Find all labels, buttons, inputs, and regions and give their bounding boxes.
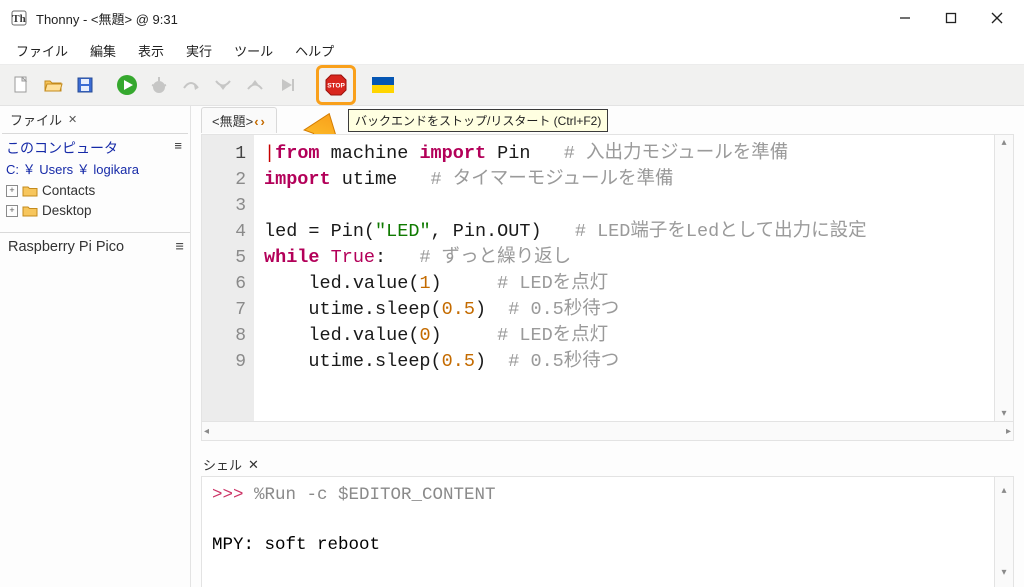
stop-icon: STOP — [324, 73, 348, 97]
close-button[interactable] — [974, 0, 1020, 36]
shell-panel-label: シェル — [203, 455, 242, 474]
menu-file[interactable]: ファイル — [6, 38, 78, 63]
scroll-down-icon[interactable]: ▾ — [1001, 561, 1006, 586]
stop-restart-button[interactable]: STOP — [316, 65, 356, 105]
editor-tab-untitled[interactable]: <無題>‹› — [201, 107, 277, 133]
app-icon: Th — [10, 9, 28, 27]
shell-prompt: >>> — [212, 485, 254, 505]
open-file-button[interactable] — [40, 72, 66, 98]
resume-button[interactable] — [274, 72, 300, 98]
svg-text:Th: Th — [12, 13, 25, 25]
shell-output-line: MPY: soft reboot — [212, 535, 380, 555]
save-file-button[interactable] — [72, 72, 98, 98]
scroll-left-icon[interactable]: ◂ — [204, 426, 209, 437]
menu-tools[interactable]: ツール — [224, 38, 283, 63]
code-editor[interactable]: 123456789 |from machine import Pin # 入出力… — [201, 134, 1014, 423]
editor-horizontal-scrollbar[interactable]: ◂▸ — [201, 422, 1014, 441]
tree-node-desktop[interactable]: + Desktop — [6, 203, 184, 218]
tree-node-label: Contacts — [42, 183, 95, 198]
expand-icon[interactable]: + — [6, 205, 18, 217]
line-gutter: 123456789 — [202, 135, 254, 422]
menu-view[interactable]: 表示 — [128, 38, 174, 63]
ukraine-flag-icon — [372, 77, 394, 93]
editor-tab-label: 無題 — [220, 114, 246, 129]
scroll-up-icon[interactable]: ▴ — [1001, 479, 1006, 504]
root-computer-label[interactable]: このコンピュータ — [6, 138, 139, 158]
step-over-button[interactable] — [178, 72, 204, 98]
scroll-right-icon[interactable]: ▸ — [1006, 426, 1011, 437]
code-content[interactable]: |from machine import Pin # 入出力モジュールを準備 i… — [254, 135, 1013, 422]
folder-icon — [22, 204, 38, 217]
panel-menu-icon[interactable]: ≡ — [174, 138, 182, 153]
chevron-left-icon: ‹ — [254, 114, 258, 129]
shell-panel[interactable]: >>> %Run -c $EDITOR_CONTENT MPY: soft re… — [201, 476, 1014, 587]
device-panel-label: Raspberry Pi Pico — [8, 239, 124, 255]
maximize-button[interactable] — [928, 0, 974, 36]
shell-panel-tab[interactable]: シェル ✕ — [191, 449, 1024, 476]
root-path[interactable]: C: ￥ Users ￥ logikara — [6, 159, 139, 178]
run-button[interactable] — [114, 72, 140, 98]
expand-icon[interactable]: + — [6, 185, 18, 197]
close-icon[interactable]: ✕ — [68, 113, 77, 126]
file-tree[interactable]: このコンピュータ C: ￥ Users ￥ logikara ≡ + Conta… — [0, 136, 190, 226]
editor-vertical-scrollbar[interactable]: ▴▾ — [994, 135, 1013, 422]
menu-run[interactable]: 実行 — [176, 38, 222, 63]
shell-vertical-scrollbar[interactable]: ▴▾ — [994, 477, 1013, 587]
files-panel-tab[interactable]: ファイル ✕ — [0, 106, 190, 133]
scroll-up-icon[interactable]: ▴ — [1001, 137, 1006, 148]
new-file-button[interactable] — [8, 72, 34, 98]
tree-node-contacts[interactable]: + Contacts — [6, 183, 184, 198]
panel-menu-icon[interactable]: ≡ — [176, 239, 184, 255]
folder-icon — [22, 184, 38, 197]
stop-tooltip: バックエンドをストップ/リスタート (Ctrl+F2) — [348, 109, 608, 132]
scroll-down-icon[interactable]: ▾ — [1001, 408, 1006, 419]
sidebar: ファイル ✕ このコンピュータ C: ￥ Users ￥ logikara ≡ … — [0, 106, 191, 587]
toolbar: STOP — [0, 64, 1024, 106]
step-out-button[interactable] — [242, 72, 268, 98]
shell-run-command: %Run -c $EDITOR_CONTENT — [254, 485, 496, 505]
chevron-right-icon: › — [261, 114, 265, 129]
files-panel-label: ファイル — [10, 110, 62, 129]
menu-help[interactable]: ヘルプ — [285, 38, 344, 63]
menu-bar: ファイル 編集 表示 実行 ツール ヘルプ — [0, 36, 1024, 64]
step-into-button[interactable] — [210, 72, 236, 98]
device-panel-header[interactable]: Raspberry Pi Pico ≡ — [0, 232, 190, 255]
debug-button[interactable] — [146, 72, 172, 98]
minimize-button[interactable] — [882, 0, 928, 36]
window-title: Thonny - <無題> @ 9:31 — [36, 9, 178, 28]
menu-edit[interactable]: 編集 — [80, 38, 126, 63]
tree-node-label: Desktop — [42, 203, 92, 218]
svg-text:STOP: STOP — [327, 83, 345, 90]
title-bar: Th Thonny - <無題> @ 9:31 — [0, 0, 1024, 36]
close-icon[interactable]: ✕ — [248, 457, 259, 473]
